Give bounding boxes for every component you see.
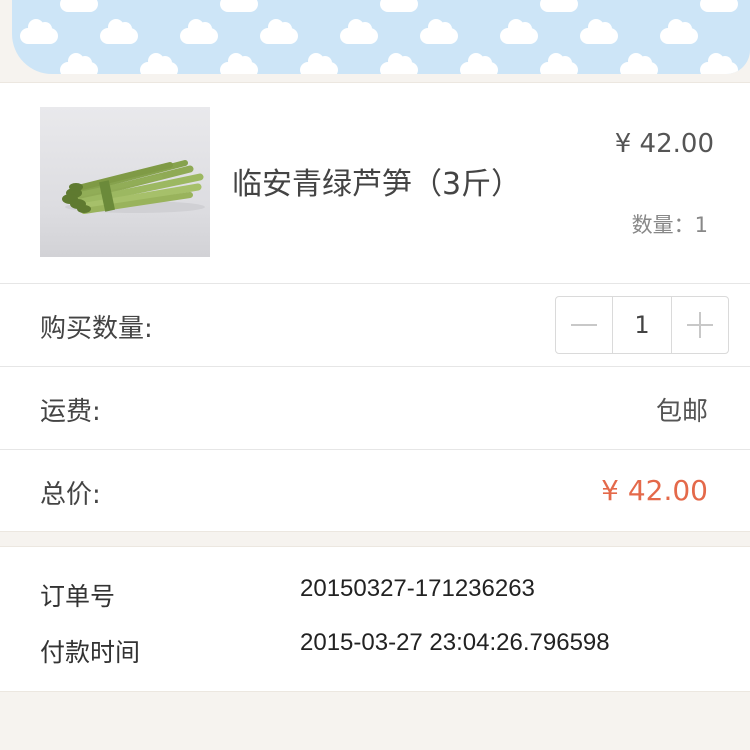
cloud-icon — [460, 53, 498, 74]
cloud-icon — [700, 53, 738, 74]
cloud-icon — [500, 19, 538, 44]
product-quantity: 数量：1 — [631, 213, 708, 237]
minus-icon — [571, 324, 597, 326]
product-row[interactable]: 临安青绿芦笋（3斤） ¥ 42.00 数量：1 — [0, 83, 750, 284]
cloud-icon — [60, 53, 98, 74]
cloud-icon — [540, 0, 578, 12]
cloud-pattern — [12, 0, 750, 74]
shipping-label: 运费: — [40, 397, 101, 427]
cloud-icon — [220, 0, 258, 12]
cloud-icon — [260, 19, 298, 44]
product-price: ¥ 42.00 — [614, 129, 714, 159]
total-label: 总价: — [40, 480, 101, 510]
shipping-value: 包邮 — [655, 397, 708, 427]
cloud-icon — [540, 53, 578, 74]
cloud-icon — [380, 0, 418, 12]
cloud-icon — [420, 19, 458, 44]
asparagus-icon — [62, 160, 205, 214]
payment-time-label: 付款时间 — [40, 638, 141, 667]
quantity-stepper: 1 — [555, 296, 729, 354]
cloud-icon — [700, 0, 738, 12]
cloud-icon — [180, 19, 218, 44]
purchase-quantity-label: 购买数量: — [40, 314, 153, 344]
cloud-icon — [100, 19, 138, 44]
increment-button[interactable] — [672, 297, 728, 353]
cloud-icon — [340, 19, 378, 44]
order-card: 临安青绿芦笋（3斤） ¥ 42.00 数量：1 购买数量: 1 运费: 包邮 总… — [0, 82, 750, 532]
product-name: 临安青绿芦笋（3斤） — [232, 167, 522, 202]
order-number-value: 20150327-171236263 — [300, 575, 535, 602]
order-info: 订单号 20150327-171236263 付款时间 2015-03-27 2… — [0, 546, 750, 692]
cloud-icon — [380, 53, 418, 74]
quantity-input[interactable]: 1 — [612, 297, 672, 353]
cloud-icon — [300, 53, 338, 74]
cloud-icon — [140, 53, 178, 74]
payment-time-value: 2015-03-27 23:04:26.796598 — [300, 629, 610, 656]
cloud-icon — [660, 19, 698, 44]
order-number-label: 订单号 — [40, 582, 116, 611]
plus-icon — [687, 312, 713, 338]
product-image — [40, 107, 210, 257]
cloud-icon — [620, 53, 658, 74]
cloud-icon — [60, 0, 98, 12]
cloud-banner — [0, 0, 750, 82]
cloud-icon — [220, 53, 258, 74]
total-price: ¥ 42.00 — [601, 474, 708, 507]
total-row: 总价: ¥ 42.00 — [0, 450, 750, 532]
decrement-button[interactable] — [556, 297, 612, 353]
cloud-icon — [20, 19, 58, 44]
cloud-icon — [580, 19, 618, 44]
shipping-row: 运费: 包邮 — [0, 367, 750, 450]
purchase-quantity-row: 购买数量: 1 — [0, 284, 750, 367]
